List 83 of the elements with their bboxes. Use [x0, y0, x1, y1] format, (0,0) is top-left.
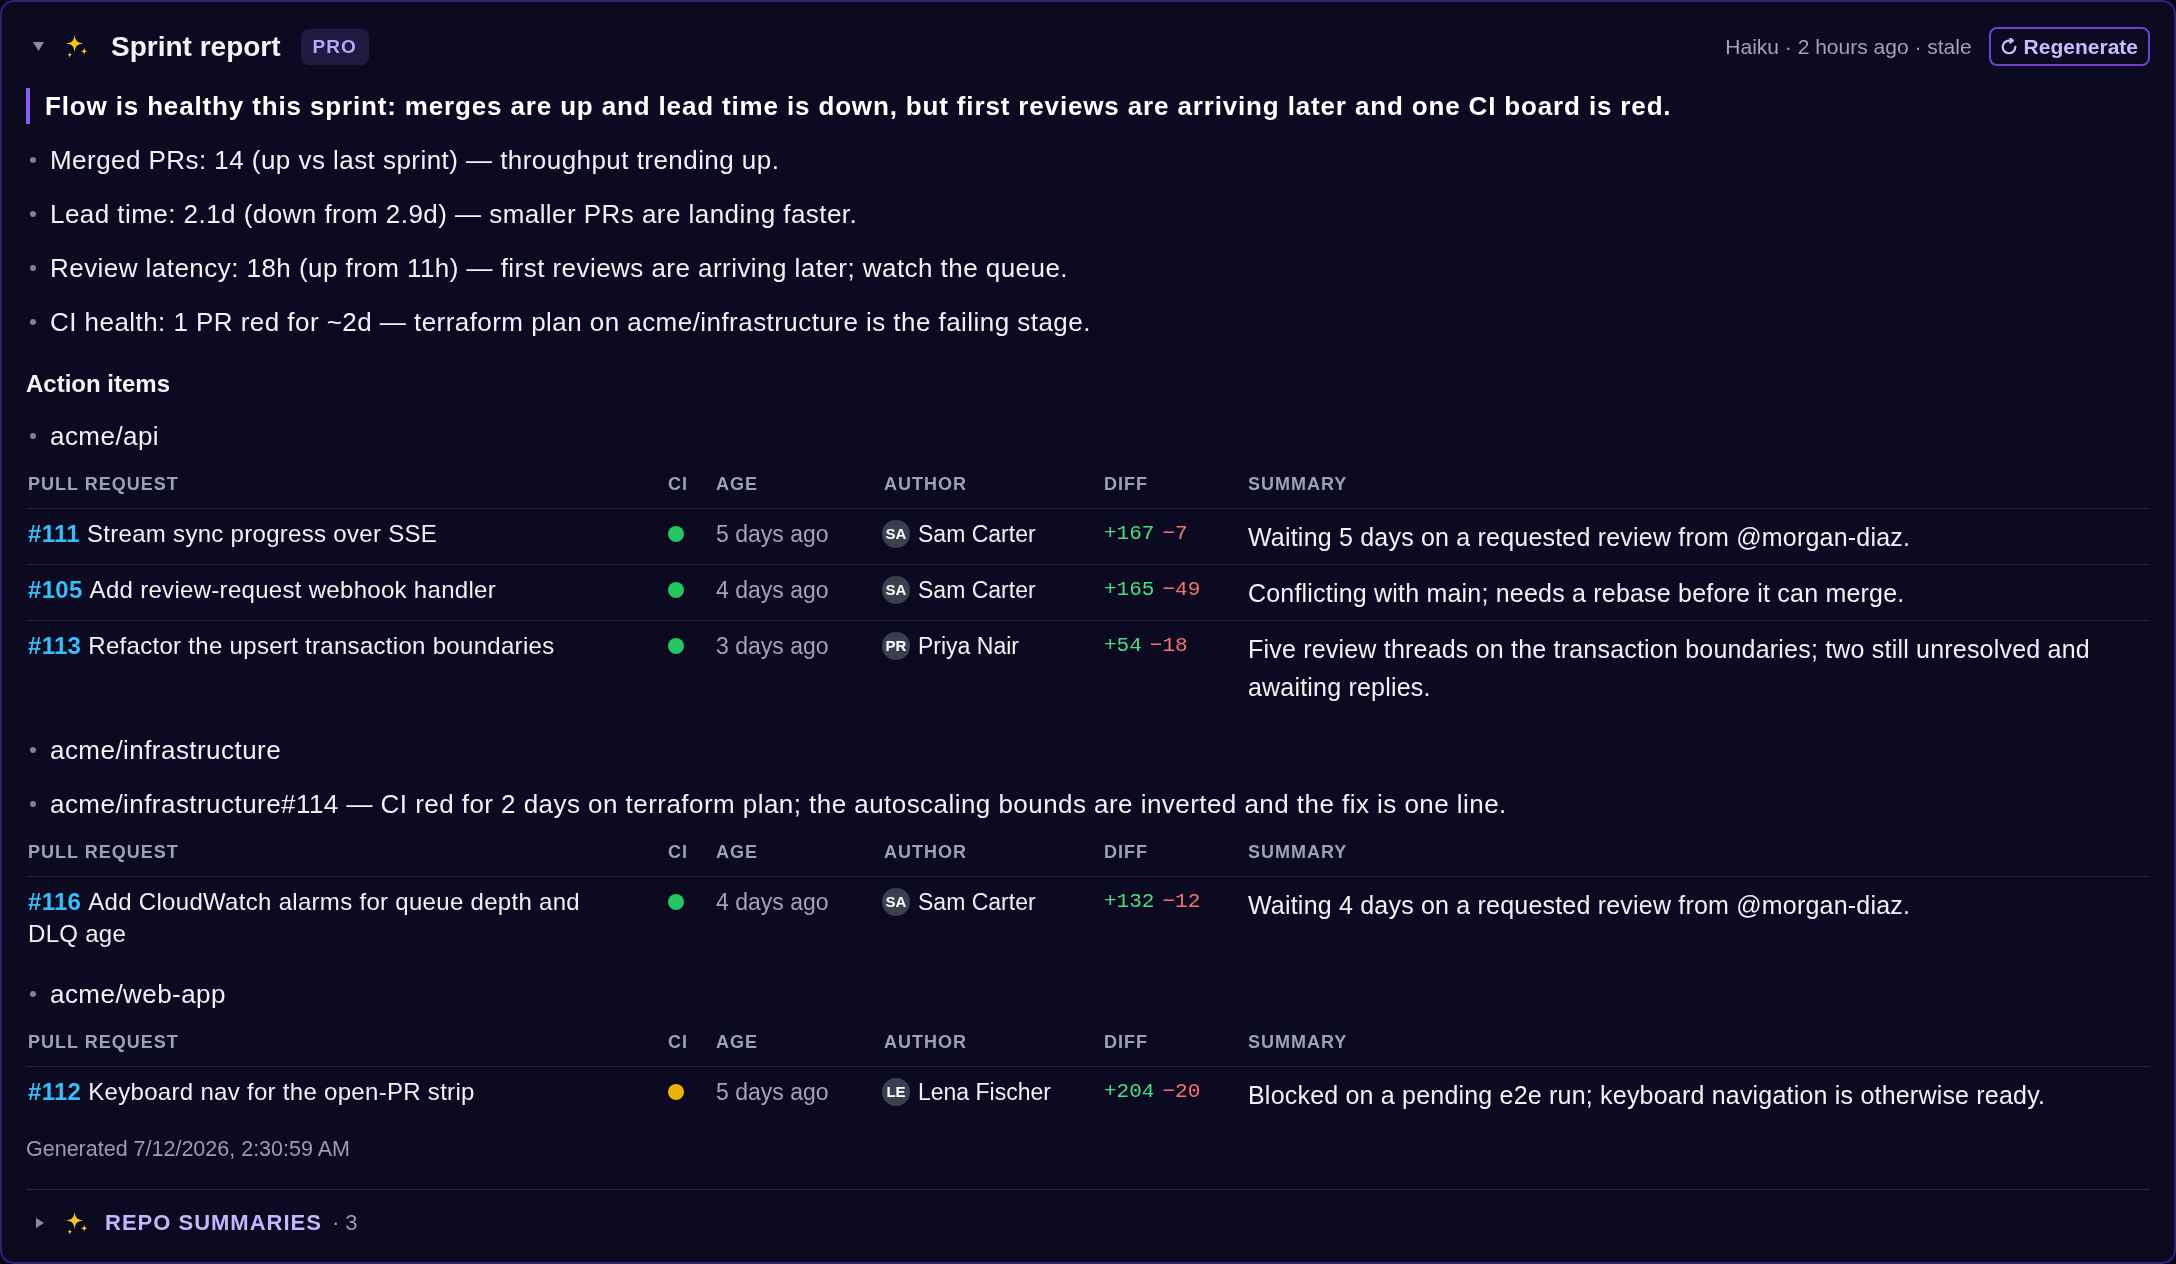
generated-timestamp: Generated 7/12/2026, 2:30:59 AM [26, 1136, 351, 1163]
column-header: AUTHOR [882, 460, 1102, 509]
pr-age: 4 days ago [716, 888, 829, 917]
refresh-icon [2000, 38, 2017, 55]
column-header: AUTHOR [882, 1018, 1102, 1067]
column-header: AGE [714, 460, 882, 509]
column-header: DIFF [1102, 1018, 1246, 1067]
column-header: AGE [714, 828, 882, 877]
pr-age: 3 days ago [716, 632, 829, 661]
bullet-icon [30, 157, 36, 163]
column-header: CI [666, 460, 714, 509]
deletions-count: −7 [1162, 522, 1188, 545]
plan-badge: PRO [300, 28, 369, 65]
repo-name: acme/web-app [50, 978, 226, 1011]
column-header: CI [666, 1018, 714, 1067]
author-avatar: PR [882, 632, 910, 660]
pull-request-link[interactable]: #111 Stream sync progress over SSE [28, 518, 438, 550]
column-header: PULL REQUEST [26, 460, 666, 509]
deletions-count: −12 [1162, 890, 1201, 913]
repo-name: acme/infrastructure [50, 734, 282, 767]
additions-count: +167 [1104, 522, 1155, 545]
additions-count: +54 [1104, 634, 1142, 657]
bullet-icon [30, 747, 36, 753]
bullet-icon [30, 991, 36, 997]
deletions-count: −18 [1149, 634, 1188, 657]
author-name: Sam Carter [918, 520, 1036, 549]
caret-down-icon[interactable] [33, 42, 44, 51]
column-header: PULL REQUEST [26, 1018, 666, 1067]
author-avatar: SA [882, 520, 910, 548]
author-name: Priya Nair [918, 632, 1019, 661]
column-header: DIFF [1102, 460, 1246, 509]
regenerate-button[interactable]: Regenerate [1988, 27, 2150, 66]
pr-summary: Blocked on a pending e2e run; keyboard navigation is otherwise ready. [1248, 1080, 2046, 1111]
additions-count: +204 [1104, 1080, 1155, 1103]
pr-summary: Waiting 5 days on a requested review from @morgan-diaz. [1248, 522, 1911, 553]
author-avatar: SA [882, 576, 910, 604]
pull-request-link[interactable]: #112 Keyboard nav for the open-PR strip [28, 1076, 475, 1108]
pr-summary: Five review threads on the transaction boundaries; two still unresolved and awaiting replies. [1248, 634, 2091, 703]
summary-headline: Flow is healthy this sprint: merges are up and lead time is down, but first reviews are arriving later and one CI board is red. [26, 88, 2150, 124]
pull-request-link[interactable]: #113 Refactor the upsert transaction boundaries [28, 630, 555, 662]
highlight-item: CI health: 1 PR red for ~2d — terraform plan on acme/infrastructure is the failing stage. [50, 306, 1091, 339]
bullet-icon [30, 319, 36, 325]
column-header: AUTHOR [882, 828, 1102, 877]
sparkles-icon [65, 1210, 89, 1236]
column-header: DIFF [1102, 828, 1246, 877]
pr-age: 4 days ago [716, 576, 829, 605]
sparkles-icon [65, 34, 89, 59]
pr-age: 5 days ago [716, 520, 829, 549]
bullet-icon [30, 265, 36, 271]
deletions-count: −49 [1162, 578, 1201, 601]
caret-right-icon[interactable] [36, 1218, 44, 1228]
column-header: SUMMARY [1246, 460, 2150, 509]
action-note: acme/infrastructure#114 — CI red for 2 days on terraform plan; the autoscaling bounds are inverted and the fix is one line. [50, 788, 1507, 821]
bullet-icon [30, 211, 36, 217]
section-heading: Action items [26, 369, 172, 399]
pull-request-link[interactable]: #116 Add CloudWatch alarms for queue depth and DLQ age [28, 886, 618, 950]
report-title: Sprint report [111, 29, 281, 64]
report-meta: Haiku · 2 hours ago · stale [1725, 33, 1972, 60]
column-header: SUMMARY [1246, 828, 2150, 877]
section-count: · 3 [331, 1209, 358, 1237]
author-name: Sam Carter [918, 888, 1036, 917]
highlight-item: Review latency: 18h (up from 11h) — first reviews are arriving later; watch the queue. [50, 252, 1068, 285]
highlight-item: Merged PRs: 14 (up vs last sprint) — throughput trending up. [50, 144, 780, 177]
column-header: SUMMARY [1246, 1018, 2150, 1067]
author-avatar: LE [882, 1078, 910, 1106]
highlight-item: Lead time: 2.1d (down from 2.9d) — smaller PRs are landing faster. [50, 198, 858, 231]
column-header: PULL REQUEST [26, 828, 666, 877]
additions-count: +165 [1104, 578, 1155, 601]
pull-request-link[interactable]: #105 Add review-request webhook handler [28, 574, 497, 606]
bullet-icon [30, 801, 36, 807]
additions-count: +132 [1104, 890, 1155, 913]
section-title: REPO SUMMARIES [105, 1209, 322, 1237]
pr-summary: Waiting 4 days on a requested review from @morgan-diaz. [1248, 890, 1911, 921]
author-avatar: SA [882, 888, 910, 916]
author-name: Sam Carter [918, 576, 1036, 605]
pr-age: 5 days ago [716, 1078, 829, 1107]
deletions-count: −20 [1162, 1080, 1201, 1103]
column-header: AGE [714, 1018, 882, 1067]
pr-summary: Conflicting with main; needs a rebase before it can merge. [1248, 578, 1905, 609]
column-header: CI [666, 828, 714, 877]
bullet-icon [30, 433, 36, 439]
author-name: Lena Fischer [918, 1078, 1051, 1107]
repo-name: acme/api [50, 420, 160, 453]
